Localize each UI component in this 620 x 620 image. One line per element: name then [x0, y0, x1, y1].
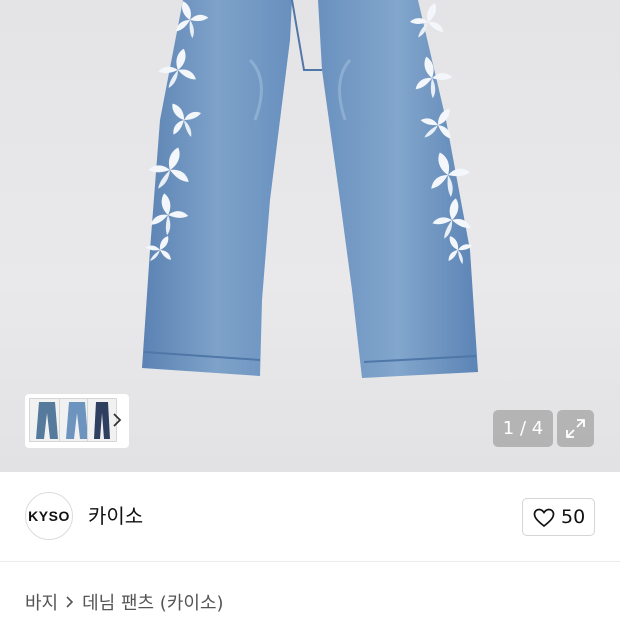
brand-logo[interactable]: KYSO [25, 492, 73, 540]
chevron-right-icon [66, 596, 74, 608]
breadcrumb-category[interactable]: 바지 [25, 589, 58, 615]
breadcrumb: 바지 데님 팬츠 (카이소) [25, 588, 224, 616]
brand-row[interactable]: KYSO 카이소 50 [0, 472, 620, 562]
like-button[interactable]: 50 [522, 498, 595, 536]
brand-name[interactable]: 카이소 [88, 502, 143, 530]
thumbnail-strip[interactable] [25, 394, 129, 448]
breadcrumb-product: 데님 팬츠 (카이소) [82, 593, 224, 614]
expand-button[interactable] [557, 410, 594, 447]
chevron-right-icon[interactable] [111, 411, 123, 429]
expand-icon [566, 419, 585, 438]
like-count: 50 [561, 506, 586, 528]
image-counter: 1 / 4 [493, 410, 553, 447]
product-image-gallery[interactable]: 1 / 4 [0, 0, 620, 472]
heart-icon [533, 508, 555, 528]
